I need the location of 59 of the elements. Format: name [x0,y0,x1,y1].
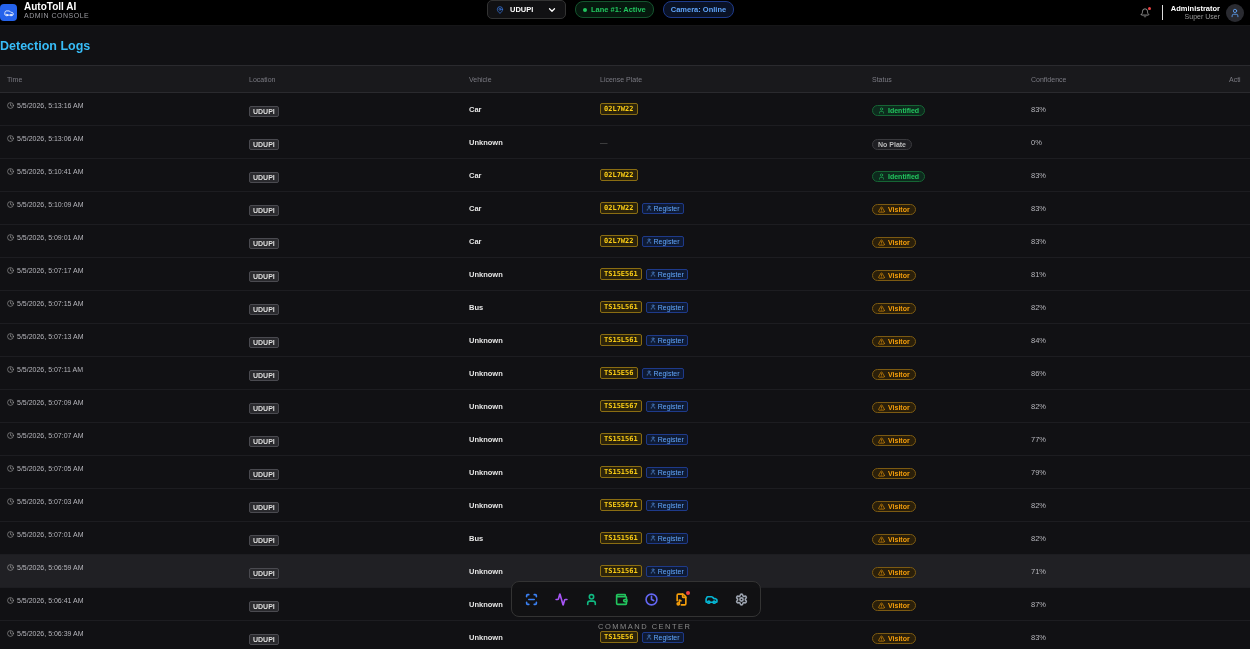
warning-icon [878,206,885,213]
clock-icon [7,399,14,406]
clock-icon [7,300,14,307]
person-icon [649,337,656,343]
warning-icon [878,602,885,609]
clock-icon [7,630,14,637]
person-icon [649,403,656,409]
person-icon [645,238,652,244]
warning-icon [878,470,885,477]
car-logo-icon [0,4,17,21]
clock-icon[interactable] [644,592,658,606]
clock-icon [7,465,14,472]
page-title: Detection Logs [0,38,92,55]
person-icon [645,370,652,376]
warning-icon [878,536,885,543]
warning-icon [878,503,885,510]
person-icon [878,173,885,180]
clock-icon [7,564,14,571]
person-icon [649,502,656,508]
person-icon [878,107,885,114]
pulse-icon[interactable] [554,592,568,606]
person-icon [649,535,656,541]
app-name: AutoToll AI [24,1,78,12]
warning-icon [878,404,885,411]
clock-icon [7,531,14,538]
clock-icon [7,597,14,604]
person-icon [645,634,652,640]
clock-icon [7,333,14,340]
person-icon [649,469,656,475]
clock-icon [7,498,14,505]
warning-icon [878,239,885,246]
clock-icon [7,201,14,208]
user-avatar-icon[interactable] [1226,3,1244,22]
notification-bell-icon[interactable] [1139,7,1150,18]
warning-icon [878,371,885,378]
warning-icon [878,569,885,576]
person-icon [645,205,652,211]
clock-icon [7,168,14,175]
warning-icon [878,635,885,642]
clock-icon [7,234,14,241]
scan-icon[interactable] [524,592,538,606]
pin-icon [496,5,504,14]
settings-icon[interactable] [734,592,748,606]
clock-icon [7,135,14,142]
warning-icon [878,272,885,279]
clock-icon [7,267,14,274]
wallet-icon[interactable] [614,592,628,606]
person-icon [649,271,656,277]
person-icon[interactable] [584,592,598,606]
document-icon[interactable] [674,592,688,606]
clock-icon [7,366,14,373]
warning-icon [878,437,885,444]
warning-icon [878,305,885,312]
person-icon [649,304,656,310]
clock-icon [7,432,14,439]
person-icon [649,436,656,442]
clock-icon [7,102,14,109]
person-icon [649,568,656,574]
warning-icon [878,338,885,345]
